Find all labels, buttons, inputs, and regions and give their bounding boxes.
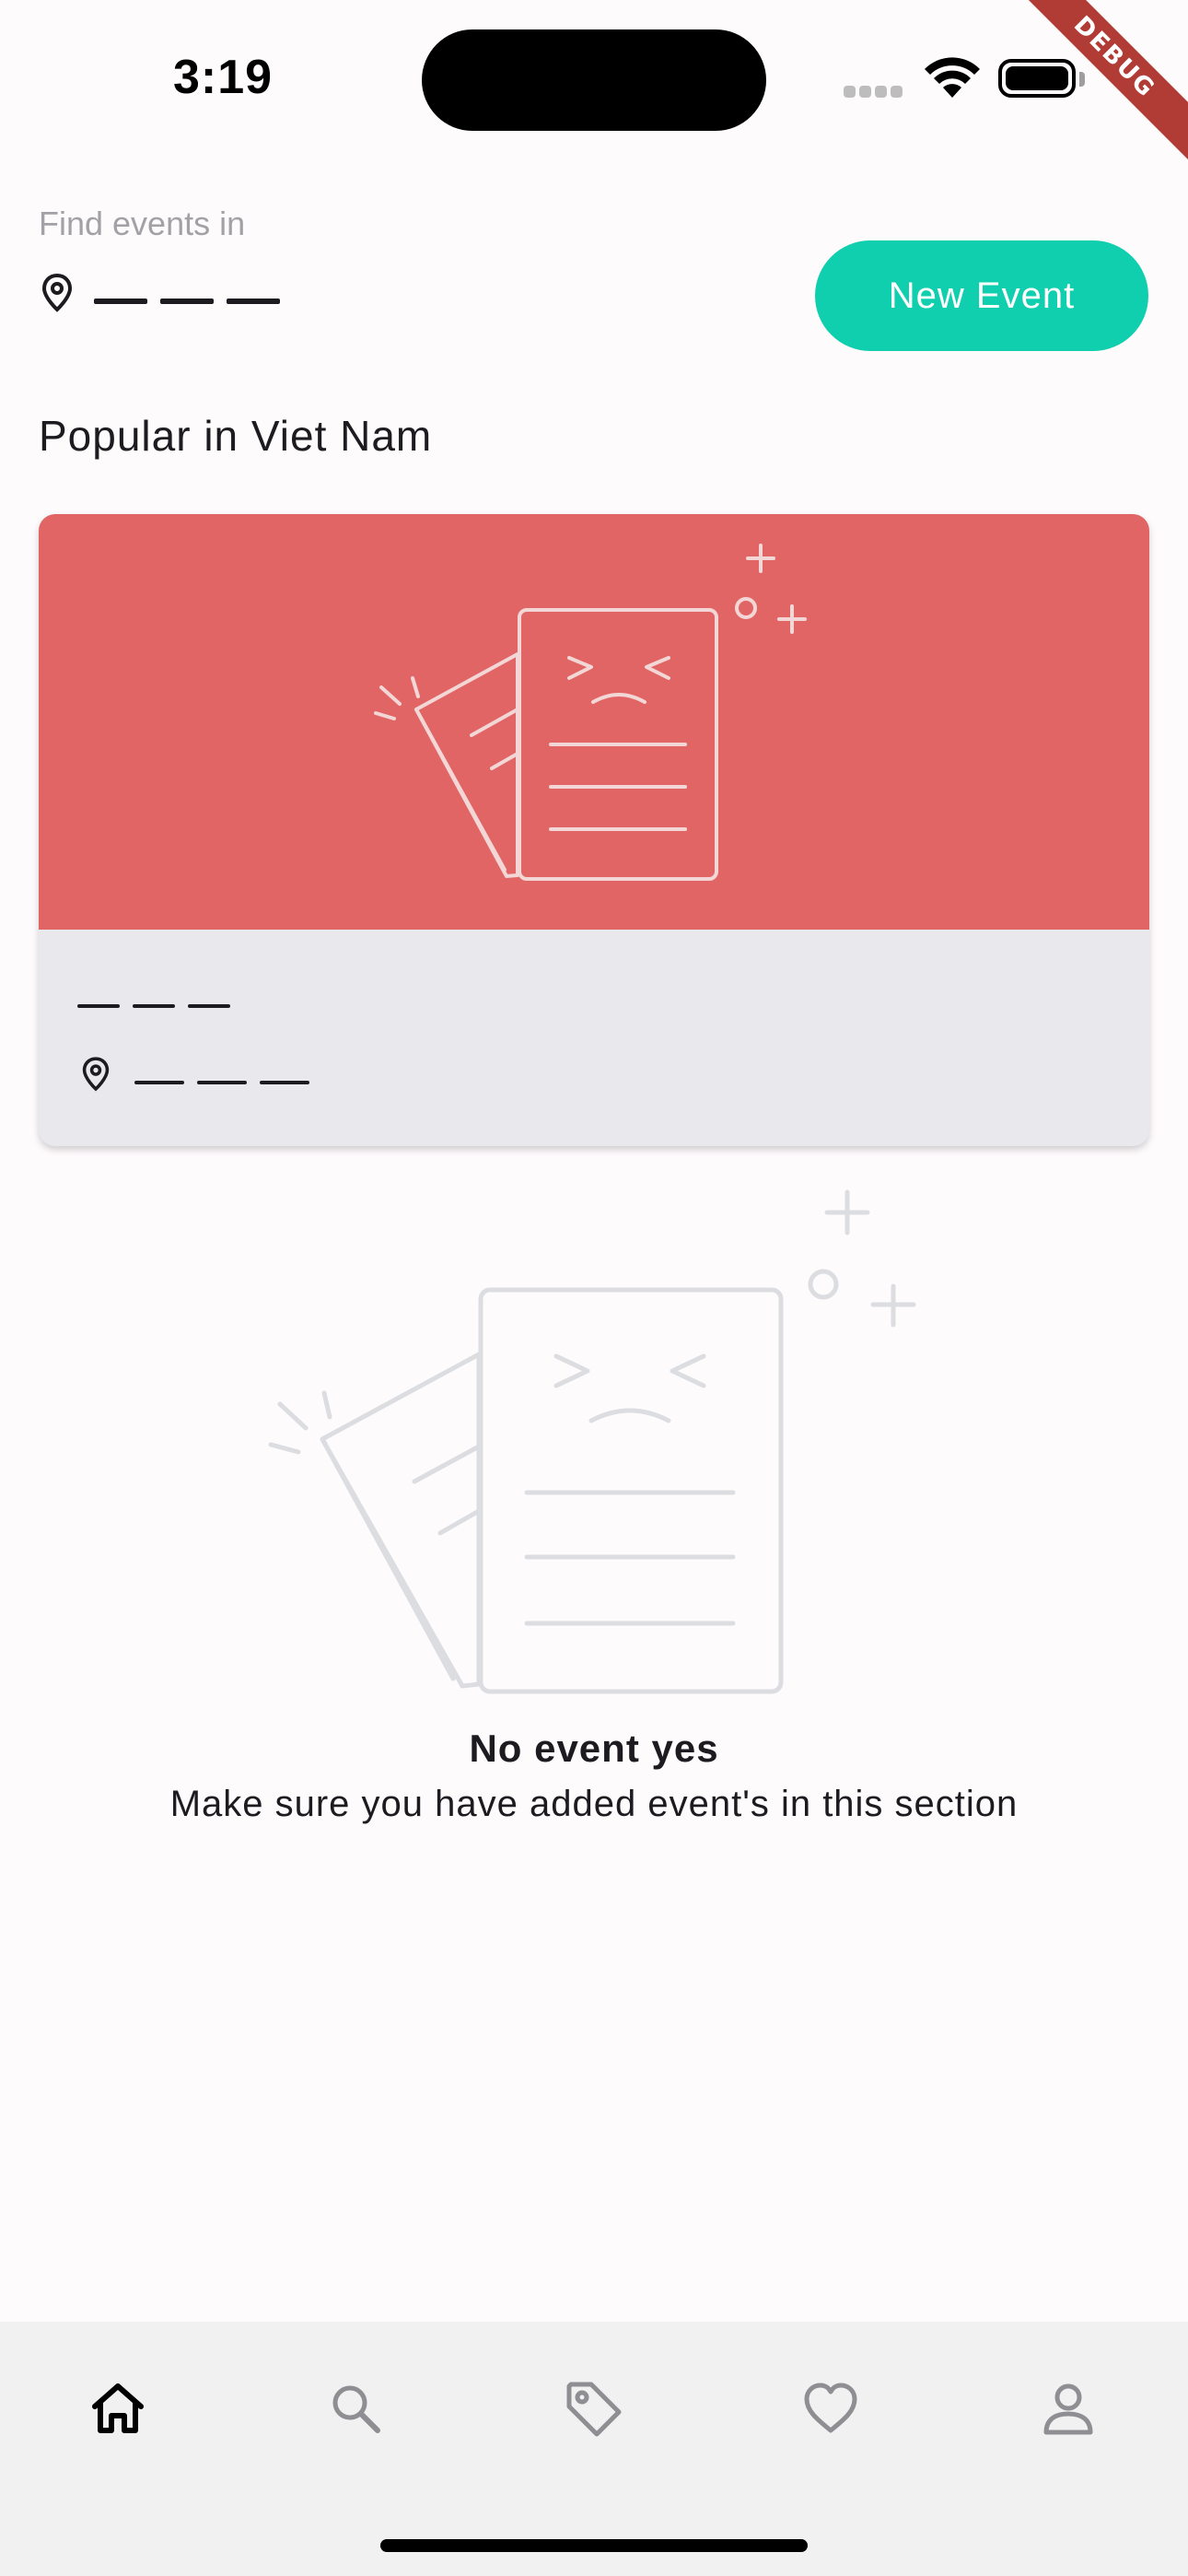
event-card-image	[39, 514, 1149, 930]
section-title: Popular in Viet Nam	[39, 412, 433, 460]
nav-profile[interactable]	[1031, 2371, 1105, 2445]
empty-state-title: No event yes	[469, 1727, 719, 1770]
location-placeholder	[94, 299, 293, 304]
dynamic-island	[422, 29, 766, 131]
home-icon	[92, 2383, 144, 2433]
find-events-label: Find events in	[39, 205, 246, 242]
profile-icon	[1043, 2383, 1093, 2435]
battery-tip	[1079, 72, 1085, 87]
event-card-title	[77, 1004, 243, 1008]
bottom-navigation	[0, 2322, 1188, 2576]
event-card[interactable]	[39, 514, 1149, 1146]
home-indicator	[380, 2539, 808, 2552]
search-icon	[332, 2385, 380, 2433]
nav-search[interactable]	[319, 2371, 392, 2445]
status-time: 3:19	[173, 51, 274, 104]
heart-icon	[804, 2383, 857, 2433]
location-pin-icon	[82, 1057, 110, 1092]
location-pin-icon	[41, 273, 73, 312]
nav-home[interactable]	[81, 2371, 155, 2445]
nav-favorites[interactable]	[794, 2371, 868, 2445]
nav-tags[interactable]	[556, 2371, 630, 2445]
location-selector[interactable]	[41, 273, 293, 313]
debug-banner: DEBUG	[976, 0, 1188, 195]
empty-document-illustration	[374, 544, 807, 881]
wifi-icon	[925, 57, 980, 98]
tag-icon	[566, 2382, 622, 2437]
empty-state-subtitle: Make sure you have added event's in this…	[169, 1784, 1019, 1824]
battery-icon	[998, 59, 1076, 98]
no-events-illustration	[268, 1189, 916, 1694]
event-card-location	[81, 1056, 322, 1093]
screen: 3:19 DEBUG Find events in New Event Popu…	[0, 0, 1188, 2576]
new-event-button[interactable]: New Event	[815, 240, 1148, 351]
cellular-signal-icon	[844, 86, 906, 102]
